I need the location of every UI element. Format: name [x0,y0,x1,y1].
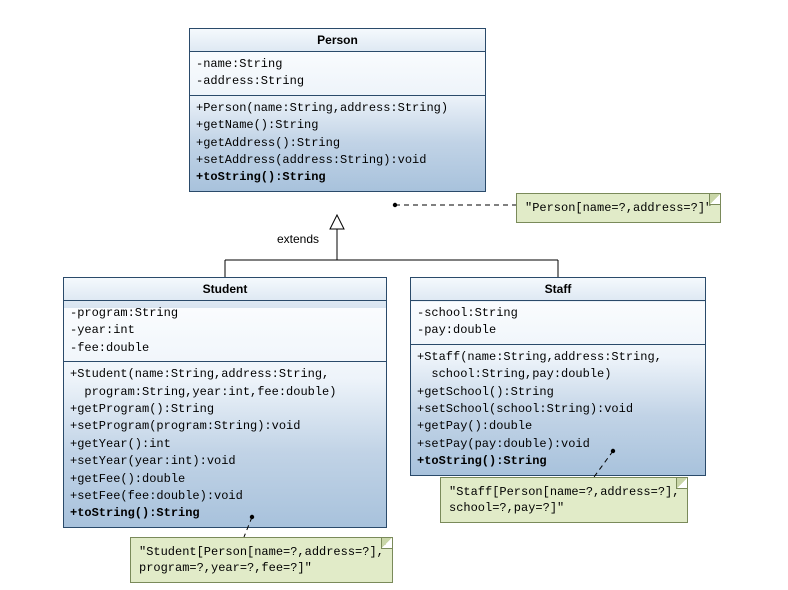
op-constructor: +Person(name:String,address:String) [196,100,479,117]
attr-name: -name:String [196,56,479,73]
extends-label: extends [277,232,319,246]
inheritance-arrowhead-icon [330,215,344,229]
note-text: "Person[name=?,address=?]" [525,201,712,215]
op-getfee: +getFee():double [70,471,380,488]
op-constructor-l2: program:String,year:int,fee:double) [70,384,380,401]
op-setprogram: +setProgram(program:String):void [70,418,380,435]
class-title-student: Student [64,278,386,301]
anchor-dot-icon [393,203,397,207]
operations-student: +Student(name:String,address:String, pro… [64,362,386,527]
class-staff: Staff -school:String -pay:double +Staff(… [410,277,706,476]
op-constructor-l1: +Student(name:String,address:String, [70,366,380,383]
op-tostring: +toString():String [417,453,699,470]
op-constructor-l1: +Staff(name:String,address:String, [417,349,699,366]
attr-year: -year:int [70,322,380,339]
operations-staff: +Staff(name:String,address:String, schoo… [411,345,705,475]
attributes-person: -name:String -address:String [190,52,485,96]
op-setpay: +setPay(pay:double):void [417,436,699,453]
note-text-l1: "Student[Person[name=?,address=?], [139,544,384,560]
op-setfee: +setFee(fee:double):void [70,488,380,505]
note-text-l2: school=?,pay=?]" [449,500,679,516]
class-person: Person -name:String -address:String +Per… [189,28,486,192]
class-student: Student -program:String -year:int -fee:d… [63,277,387,528]
note-text-l2: program=?,year=?,fee=?]" [139,560,384,576]
op-setaddress: +setAddress(address:String):void [196,152,479,169]
op-getname: +getName():String [196,117,479,134]
class-title-staff: Staff [411,278,705,301]
op-tostring: +toString():String [196,169,479,186]
note-text-l1: "Staff[Person[name=?,address=?], [449,484,679,500]
attr-program: -program:String [70,305,380,322]
attr-pay: -pay:double [417,322,699,339]
op-getaddress: +getAddress():String [196,135,479,152]
op-tostring: +toString():String [70,505,380,522]
attributes-student: -program:String -year:int -fee:double [64,301,386,362]
attr-fee: -fee:double [70,340,380,357]
op-getyear: +getYear():int [70,436,380,453]
op-getschool: +getSchool():String [417,384,699,401]
op-getprogram: +getProgram():String [70,401,380,418]
op-setyear: +setYear(year:int):void [70,453,380,470]
class-title-person: Person [190,29,485,52]
op-constructor-l2: school:String,pay:double) [417,366,699,383]
attributes-staff: -school:String -pay:double [411,301,705,345]
operations-person: +Person(name:String,address:String) +get… [190,96,485,191]
op-setschool: +setSchool(school:String):void [417,401,699,418]
attr-address: -address:String [196,73,479,90]
note-staff-tostring: "Staff[Person[name=?,address=?], school=… [440,477,688,523]
op-getpay: +getPay():double [417,418,699,435]
note-person-tostring: "Person[name=?,address=?]" [516,193,721,223]
attr-school: -school:String [417,305,699,322]
note-student-tostring: "Student[Person[name=?,address=?], progr… [130,537,393,583]
